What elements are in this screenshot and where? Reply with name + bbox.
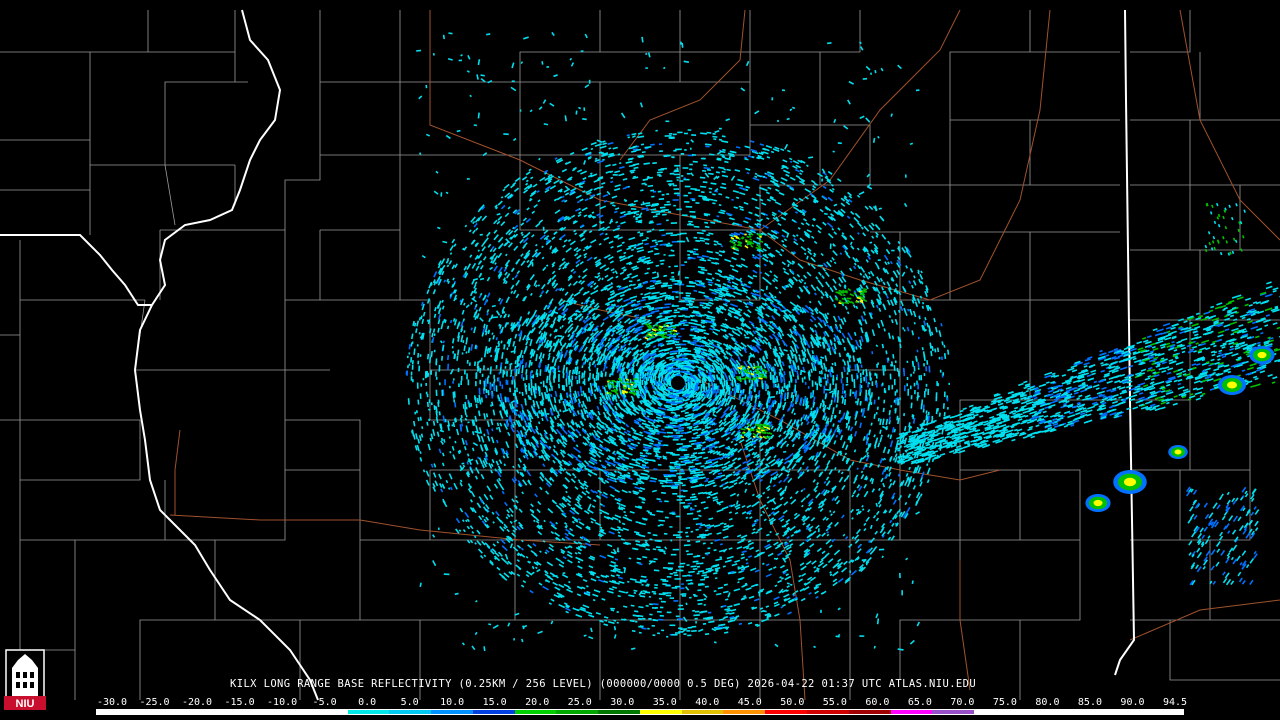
color-scale-bar	[96, 709, 1184, 715]
state-boundaries	[0, 9, 1136, 701]
color-scale-swatch	[974, 710, 1016, 714]
color-scale-label: 25.0	[567, 697, 592, 708]
color-scale-swatch	[890, 710, 933, 714]
color-scale-label: 90.0	[1120, 697, 1145, 708]
color-scale-swatch	[807, 710, 849, 714]
color-scale-label: 5.0	[400, 697, 419, 708]
color-scale-swatch	[1015, 710, 1058, 714]
radar-map	[0, 9, 1280, 701]
color-scale-swatch	[1099, 710, 1142, 714]
color-scale-swatch	[765, 710, 808, 714]
color-scale-label: 94.5	[1162, 697, 1188, 708]
color-scale-swatch	[514, 710, 557, 714]
color-scale-swatch	[347, 710, 390, 714]
color-scale-swatch	[180, 710, 223, 714]
color-scale-swatch	[1141, 710, 1183, 714]
color-scale-swatch	[848, 710, 891, 714]
color-scale-label: 55.0	[822, 697, 847, 708]
color-scale-swatch	[305, 710, 348, 714]
radar-viewer: NIU KILX LONG RANGE BASE REFLECTIVITY (0…	[0, 0, 1280, 720]
color-scale-label: -25.0	[139, 697, 170, 708]
color-scale-label: 85.0	[1077, 697, 1102, 708]
color-scale-swatch	[1057, 710, 1100, 714]
color-scale-label: -20.0	[181, 697, 213, 708]
color-scale-label: 35.0	[652, 697, 677, 708]
color-scale-swatch	[932, 710, 975, 714]
color-scale-label: 0.0	[358, 697, 377, 708]
color-scale-labels: -30.0 -25.0 -20.0 -15.0 -10.0 -5.0 0.0 5.0 10.0 1…	[0, 697, 1280, 709]
color-scale-label: -15.0	[224, 697, 255, 708]
color-scale-swatch	[556, 710, 599, 714]
color-scale-label: 30.0	[610, 697, 635, 708]
color-scale-label: 40.0	[695, 697, 720, 708]
color-scale-label: 60.0	[865, 697, 890, 708]
color-scale-label: 10.0	[440, 697, 465, 708]
color-scale-swatch	[472, 710, 515, 714]
color-scale-label: -10.0	[267, 697, 298, 708]
color-scale-swatch	[138, 710, 181, 714]
color-scale-swatch	[389, 710, 432, 714]
color-scale-label: 50.0	[780, 697, 805, 708]
color-scale-swatch	[222, 710, 265, 714]
color-scale-label: 45.0	[737, 697, 762, 708]
color-scale-swatch	[598, 710, 640, 714]
color-scale-swatch	[431, 710, 473, 714]
color-scale-label: 80.0	[1035, 697, 1060, 708]
product-title: KILX LONG RANGE BASE REFLECTIVITY (0.25K…	[230, 678, 977, 690]
color-scale-label: 65.0	[907, 697, 932, 708]
color-scale-label: 75.0	[992, 697, 1017, 708]
color-scale-swatch	[97, 710, 139, 714]
color-scale-swatch	[681, 710, 724, 714]
color-scale-swatch	[639, 710, 682, 714]
color-scale-label: 15.0	[482, 697, 507, 708]
color-scale-label: 20.0	[525, 697, 550, 708]
color-scale-swatch	[723, 710, 766, 714]
color-scale-label: -30.0	[96, 697, 128, 708]
color-scale-swatch	[264, 710, 306, 714]
color-scale-label: -5.0	[312, 697, 337, 708]
radar-site-marker	[671, 376, 685, 390]
color-scale-label: 70.0	[950, 697, 975, 708]
